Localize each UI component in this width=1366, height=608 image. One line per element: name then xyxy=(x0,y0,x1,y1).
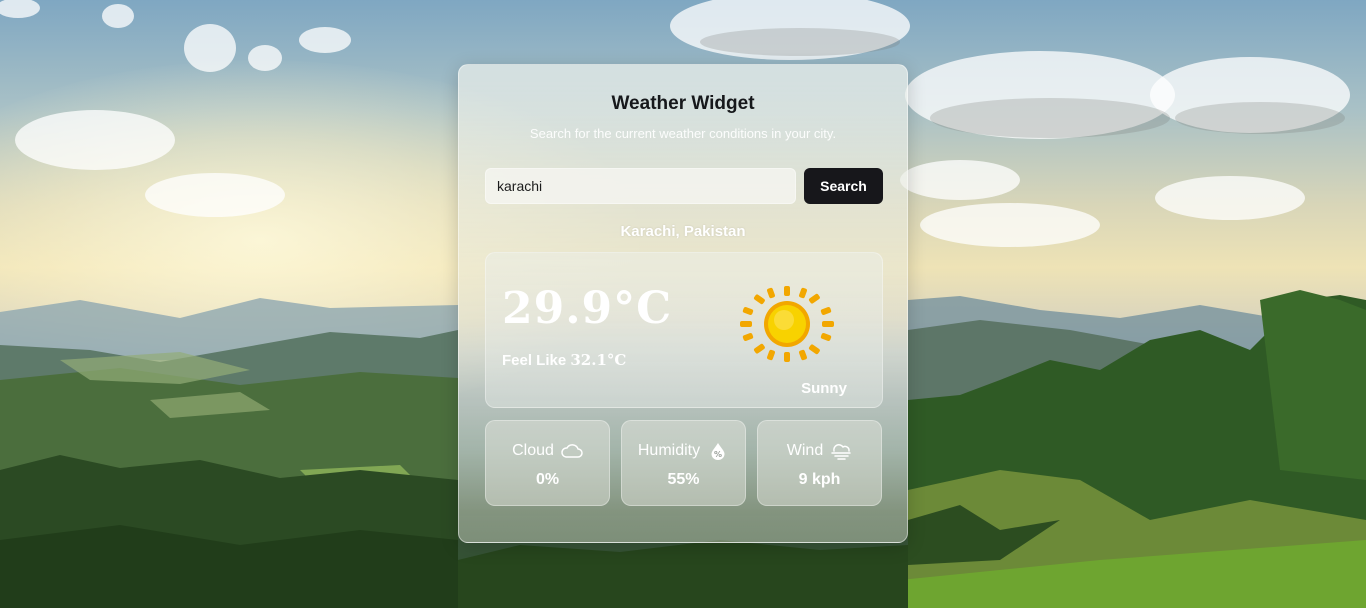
humidity-stat-card: Humidity % 55% xyxy=(621,420,746,506)
humidity-label: Humidity xyxy=(637,442,701,459)
search-bar: Search xyxy=(485,168,883,204)
current-weather-panel: 29.9°C Feel Like 32.1°C Sunny xyxy=(485,252,883,408)
feels-like-label: Feel Like xyxy=(502,352,567,369)
location-label: Karachi, Pakistan xyxy=(620,223,746,240)
widget-subtitle: Search for the current weather condition… xyxy=(529,126,837,141)
temperature-value: 29.9°C xyxy=(502,283,673,334)
cloud-value: 0% xyxy=(535,471,560,488)
sun-icon xyxy=(740,286,834,362)
weather-widget-card: Weather Widget Search for the current we… xyxy=(458,64,908,543)
wind-icon xyxy=(831,444,851,460)
wind-label: Wind xyxy=(786,442,824,459)
feels-like: Feel Like 32.1°C xyxy=(502,351,626,369)
wind-stat-card: Wind 9 kph xyxy=(757,420,882,506)
humidity-drop-icon: % xyxy=(711,443,725,460)
cloud-stat-card: Cloud 0% xyxy=(485,420,610,506)
cloud-icon xyxy=(561,444,583,458)
feels-like-value: 32.1°C xyxy=(570,351,627,369)
condition-label: Sunny xyxy=(801,380,847,397)
wind-value: 9 kph xyxy=(798,471,841,488)
humidity-value: 55% xyxy=(667,471,700,488)
svg-text:%: % xyxy=(714,450,722,459)
widget-title: Weather Widget xyxy=(611,93,755,114)
cloud-label: Cloud xyxy=(512,442,554,459)
search-button[interactable]: Search xyxy=(804,168,883,204)
city-search-input[interactable] xyxy=(485,168,796,204)
